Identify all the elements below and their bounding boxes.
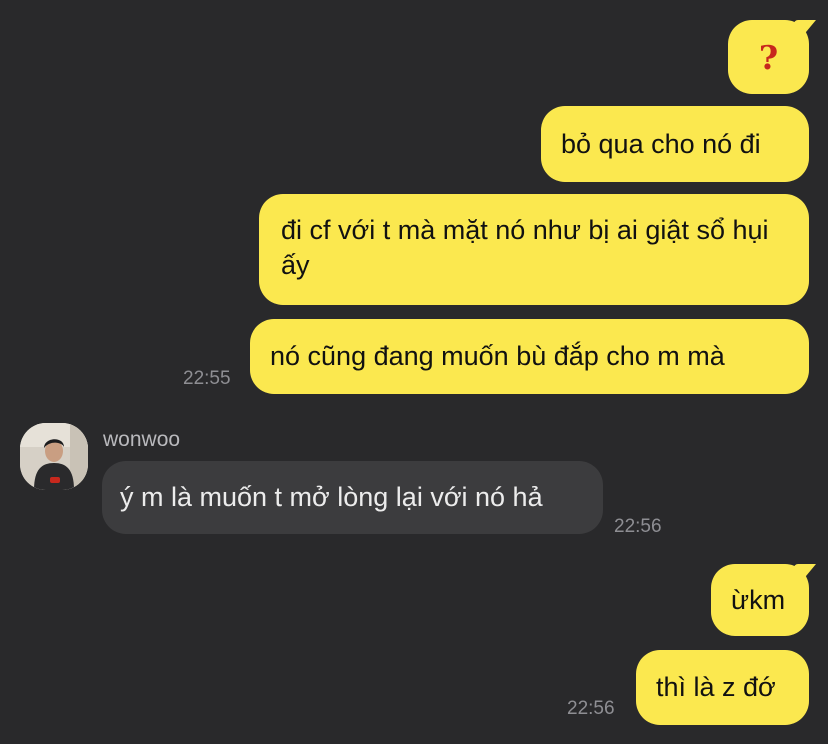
avatar-photo-icon <box>20 423 88 490</box>
message-bubble-out[interactable]: thì là z đớ <box>636 650 809 725</box>
message-bubble-question[interactable]: ? <box>728 20 809 94</box>
avatar[interactable] <box>20 423 88 490</box>
message-bubble-out[interactable]: bỏ qua cho nó đi <box>541 106 809 182</box>
message-text: thì là z đớ <box>656 672 776 702</box>
timestamp: 22:56 <box>614 516 662 537</box>
message-text: đi cf với t mà mặt nó như bị ai giật sổ … <box>281 215 769 280</box>
message-text: ừkm <box>731 584 786 615</box>
message-bubble-in[interactable]: ý m là muốn t mở lòng lại với nó hả <box>102 461 603 534</box>
message-text: nó cũng đang muốn bù đắp cho m mà <box>270 341 725 371</box>
message-text: bỏ qua cho nó đi <box>561 128 761 159</box>
timestamp: 22:55 <box>183 368 231 389</box>
message-text: ý m là muốn t mở lòng lại với nó hả <box>120 482 543 512</box>
question-text: ? <box>758 37 779 77</box>
message-bubble-out[interactable]: ừkm <box>711 564 809 636</box>
message-bubble-out[interactable]: nó cũng đang muốn bù đắp cho m mà <box>250 319 809 394</box>
message-bubble-out[interactable]: đi cf với t mà mặt nó như bị ai giật sổ … <box>259 194 809 305</box>
timestamp: 22:56 <box>567 698 615 719</box>
sender-name: wonwoo <box>103 428 181 451</box>
